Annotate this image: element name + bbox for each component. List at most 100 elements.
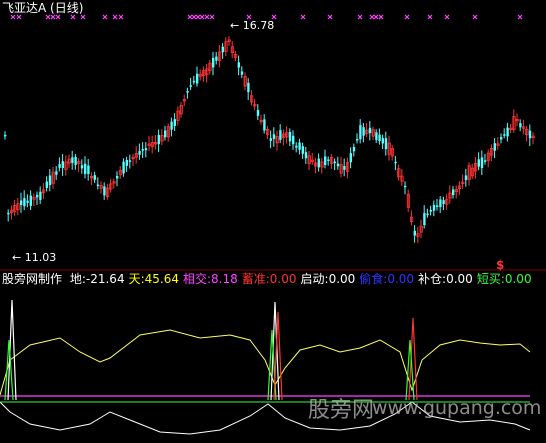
low-price-value: 11.03 (24, 251, 57, 264)
watermark-url: www.gupang.com (372, 397, 542, 419)
candle-body (269, 138, 272, 141)
candle-body (493, 143, 496, 151)
candle-body (452, 189, 455, 196)
signal-marker-icon (404, 14, 410, 20)
indicator-name: 股旁网制作 (2, 272, 63, 286)
candle-body (381, 138, 384, 144)
candle-body (36, 194, 39, 198)
candle-body (301, 146, 304, 154)
candle-body (164, 130, 167, 138)
candle-body (84, 163, 87, 174)
signal-marker-icon (357, 14, 363, 20)
indicator-item-label: 地: (69, 272, 86, 286)
indicator-item-label: 蓄准: (241, 272, 270, 286)
indicator-item-value: 45.64 (144, 272, 179, 286)
signal-marker-icon (102, 14, 108, 20)
candle-body (26, 200, 29, 203)
candle-body (61, 161, 64, 168)
candle-body (58, 164, 61, 168)
signal-marker-icon (472, 14, 478, 20)
candle-body (196, 73, 199, 84)
candle-body (4, 134, 7, 137)
candle-body (7, 212, 10, 215)
candle-body (519, 123, 522, 128)
candle-body (20, 200, 23, 206)
indicator-item-value: 0.00 (446, 272, 473, 286)
candle-body (304, 152, 308, 159)
signal-marker-icon (369, 14, 375, 20)
candle-body (74, 156, 77, 165)
candle-body (128, 160, 132, 162)
candle-body (125, 160, 128, 166)
indicator-item: 启动:0.00 (301, 272, 356, 286)
low-price-label: ← 11.03 (12, 251, 57, 264)
indicator-bar: 股旁网制作 地:-21.64 天:45.64 相交:8.18 蓄准:0.00 启动:0.… (2, 272, 532, 286)
signal-marker-icon (373, 14, 379, 20)
candle-body (292, 135, 295, 145)
candle-body (368, 127, 372, 134)
candle-body (48, 175, 52, 186)
candle-body (141, 149, 144, 151)
candle-body (192, 80, 196, 83)
indicator-item-label: 相交: (182, 272, 212, 286)
candle-body (55, 171, 58, 175)
candle-body (29, 195, 32, 206)
signal-marker-icon (199, 14, 205, 20)
candle-body (288, 131, 292, 142)
signal-marker-icon (118, 14, 124, 20)
candle-body (295, 145, 298, 148)
chart-window: 飞亚达A (日线) ← 16.78 ← 11.03 $ 股旁网制作 地:-21.… (0, 0, 546, 443)
candle-body (436, 205, 439, 207)
candle-body (384, 138, 388, 150)
candle-body (352, 147, 356, 152)
signal-marker-icon (70, 14, 76, 20)
candle-body (324, 156, 327, 166)
candle-body (464, 175, 468, 181)
indicator-item-value: 0.00 (269, 272, 297, 286)
candle-body (442, 200, 445, 205)
price-and-indicator-chart[interactable] (0, 0, 546, 443)
signal-marker-icon (112, 14, 118, 20)
candle-body (378, 134, 381, 142)
signal-marker-icon (195, 14, 201, 20)
indicator-item-value: -21.64 (85, 272, 125, 286)
candle-body (189, 85, 192, 87)
indicator-item-value: 0.00 (504, 272, 532, 286)
candle-body (336, 163, 340, 167)
high-price-value: 16.78 (242, 19, 275, 32)
indicator-item-label: 补仓: (418, 272, 447, 286)
buy-signal-icon: $ (496, 258, 505, 272)
candle-body (71, 157, 74, 164)
watermark-text: 股旁网 (308, 398, 375, 423)
indicator-item: 短买:0.00 (477, 272, 532, 286)
signal-marker-icon (327, 14, 333, 20)
candle-body (429, 209, 432, 212)
signal-marker-icon (209, 14, 215, 20)
candle-body (359, 125, 362, 140)
signal-marker-icon (191, 14, 197, 20)
candle-body (23, 198, 26, 207)
candle-body (477, 159, 480, 167)
candle-body (528, 130, 532, 139)
signal-marker-icon (300, 14, 306, 20)
candle-body (432, 204, 436, 211)
candle-body (212, 57, 215, 68)
signal-marker-icon (187, 14, 193, 20)
candle-body (484, 160, 487, 162)
candle-body (343, 166, 346, 170)
candle-body (87, 165, 90, 175)
candle-body (263, 119, 266, 131)
signal-marker-icon (80, 14, 86, 20)
signal-marker-icon (16, 14, 22, 20)
high-price-label: ← 16.78 (230, 19, 275, 32)
candle-body (186, 91, 189, 93)
indicator-item: 地:-21.64 (70, 272, 125, 286)
signal-marker-icon (427, 14, 433, 20)
signal-marker-icon (517, 14, 523, 20)
indicator-item: 天:45.64 (129, 272, 179, 286)
indicator-item: 蓄准:0.00 (242, 272, 297, 286)
candle-body (93, 175, 96, 180)
indicator-item-value: 8.18 (211, 272, 238, 286)
signal-marker-icon (50, 14, 56, 20)
stock-title: 飞亚达A (日线) (2, 1, 84, 15)
